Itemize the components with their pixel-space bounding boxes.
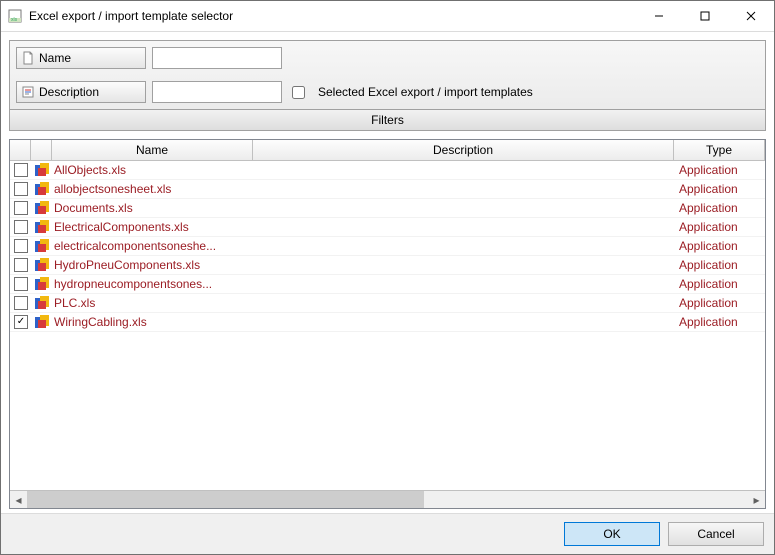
description-filter-label: Description [39, 85, 99, 99]
row-name: ElectricalComponents.xls [50, 220, 250, 234]
table-row[interactable]: electricalcomponentsoneshe... Application [10, 237, 765, 256]
row-name: hydropneucomponentsones... [50, 277, 250, 291]
row-type: Application [675, 163, 765, 177]
scroll-right-icon[interactable]: ▸ [748, 491, 765, 508]
selected-templates-checkbox[interactable] [292, 86, 305, 99]
minimize-button[interactable] [636, 1, 682, 31]
filters-header[interactable]: Filters [10, 109, 765, 130]
row-checkbox[interactable] [14, 258, 28, 272]
name-filter-label: Name [39, 51, 71, 65]
scrollbar-thumb[interactable] [27, 491, 424, 508]
column-description[interactable]: Description [253, 140, 674, 160]
table-body: AllObjects.xlsApplicationallobjectsonesh… [10, 161, 765, 490]
svg-text:xls: xls [11, 17, 18, 23]
description-filter-input[interactable] [152, 81, 282, 103]
maximize-button[interactable] [682, 1, 728, 31]
row-type: Application [675, 315, 765, 329]
document-icon [21, 51, 35, 65]
column-check [10, 140, 31, 160]
table-row[interactable]: HydroPneuComponents.xls Application [10, 256, 765, 275]
scroll-left-icon[interactable]: ◂ [10, 491, 27, 508]
row-checkbox[interactable] [14, 182, 28, 196]
table-row[interactable]: hydropneucomponentsones... Application [10, 275, 765, 294]
table-row[interactable]: AllObjects.xls Application [10, 161, 765, 180]
close-button[interactable] [728, 1, 774, 31]
column-name[interactable]: Name [52, 140, 253, 160]
window-title: Excel export / import template selector [29, 9, 636, 23]
template-icon [34, 200, 50, 216]
row-type: Application [675, 182, 765, 196]
row-checkbox[interactable] [14, 239, 28, 253]
description-filter-label-button[interactable]: Description [16, 81, 146, 103]
name-filter-label-button[interactable]: Name [16, 47, 146, 69]
row-checkbox[interactable] [14, 220, 28, 234]
row-type: Application [675, 277, 765, 291]
row-checkbox[interactable] [14, 277, 28, 291]
xls-icon: xls [7, 8, 23, 24]
cancel-button[interactable]: Cancel [668, 522, 764, 546]
table-row[interactable]: PLC.xls Application [10, 294, 765, 313]
row-type: Application [675, 220, 765, 234]
template-icon [34, 162, 50, 178]
row-name: HydroPneuComponents.xls [50, 258, 250, 272]
name-filter-input[interactable] [152, 47, 282, 69]
row-type: Application [675, 239, 765, 253]
template-icon [34, 238, 50, 254]
row-checkbox[interactable]: ✓ [14, 315, 28, 329]
table-row[interactable]: allobjectsonesheet.xls Application [10, 180, 765, 199]
row-type: Application [675, 201, 765, 215]
table-row[interactable]: ✓ WiringCabling.xls Application [10, 313, 765, 332]
table-row[interactable]: Documents.xls Application [10, 199, 765, 218]
row-name: Documents.xls [50, 201, 250, 215]
row-name: electricalcomponentsoneshe... [50, 239, 250, 253]
templates-table: Name Description Type AllObjects.xls Appl… [9, 139, 766, 509]
row-checkbox[interactable] [14, 296, 28, 310]
selected-templates-label: Selected Excel export / import templates [318, 85, 533, 99]
table-header: Name Description Type [10, 140, 765, 161]
column-type[interactable]: Type [674, 140, 765, 160]
horizontal-scrollbar[interactable]: ◂ ▸ [10, 490, 765, 508]
filters-panel: Name Description Selected Excel export /… [9, 40, 766, 131]
titlebar: xls Excel export / import template selec… [1, 1, 774, 32]
row-name: AllObjects.xls [50, 163, 250, 177]
row-name: allobjectsonesheet.xls [50, 182, 250, 196]
row-type: Application [675, 258, 765, 272]
template-icon [34, 219, 50, 235]
row-name: PLC.xls [50, 296, 250, 310]
template-icon [34, 181, 50, 197]
ok-button[interactable]: OK [564, 522, 660, 546]
table-row[interactable]: ElectricalComponents.xls Application [10, 218, 765, 237]
row-name: WiringCabling.xls [50, 315, 250, 329]
template-icon [34, 276, 50, 292]
row-checkbox[interactable] [14, 201, 28, 215]
description-icon [21, 85, 35, 99]
dialog-window: xls Excel export / import template selec… [0, 0, 775, 555]
row-type: Application [675, 296, 765, 310]
template-icon [34, 314, 50, 330]
template-icon [34, 295, 50, 311]
dialog-footer: OK Cancel [1, 513, 774, 554]
template-icon [34, 257, 50, 273]
row-checkbox[interactable] [14, 163, 28, 177]
column-icon [31, 140, 52, 160]
